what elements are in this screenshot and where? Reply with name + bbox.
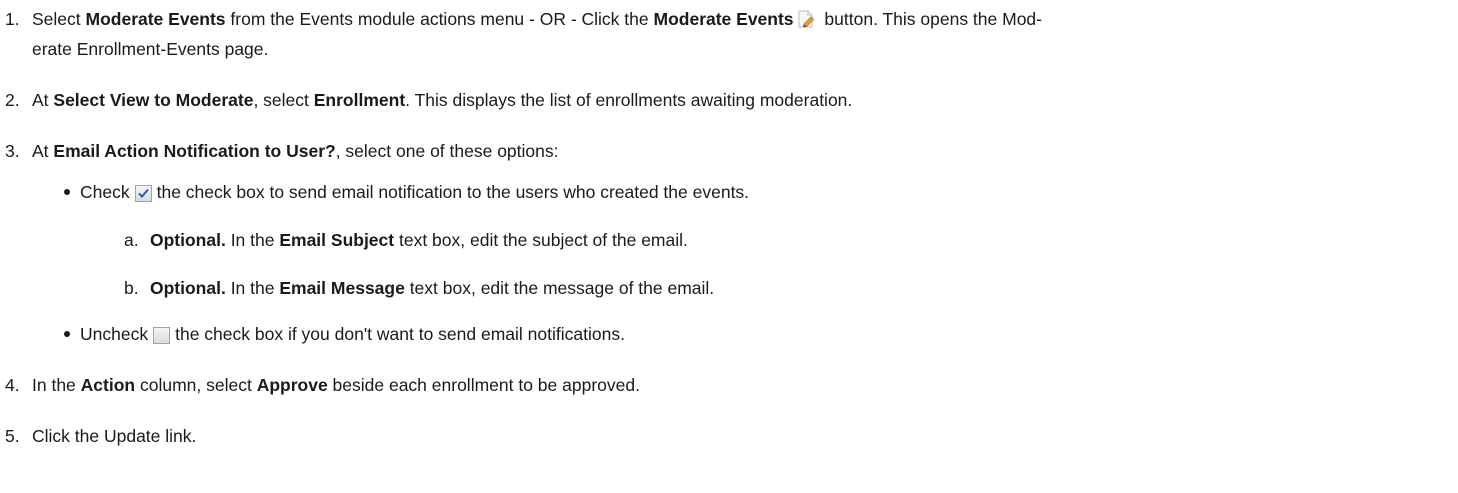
- field-reference: Select View to Moderate: [53, 90, 254, 110]
- bullet-text: Uncheck the check box if you don't want …: [80, 324, 625, 344]
- step-number: 3.: [5, 141, 20, 161]
- step-3: 3. At Email Action Notification to User?…: [0, 140, 1458, 162]
- step-1: 1. Select Moderate Events from the Event…: [0, 8, 1458, 30]
- bullet-text: Check the check box to send email notifi…: [80, 182, 750, 202]
- step-text: Select Moderate Events from the Events m…: [32, 9, 1042, 29]
- step-number: 4.: [5, 375, 20, 395]
- step-2: 2. At Select View to Moderate, select En…: [0, 89, 1458, 111]
- step-1-continued: erate Enrollment-Events page.: [32, 39, 269, 59]
- bullet-check: Check the check box to send email notifi…: [0, 181, 1458, 203]
- menu-item-reference: Moderate Events: [85, 9, 226, 29]
- step-text: At Select View to Moderate, select Enrol…: [32, 90, 853, 110]
- option-reference: Enrollment: [313, 90, 406, 110]
- column-reference: Action: [80, 375, 136, 395]
- bullet-uncheck: Uncheck the check box if you don't want …: [0, 323, 1458, 345]
- step-5: 5. Click the Update link.: [0, 425, 1458, 447]
- step-number: 1.: [5, 9, 20, 29]
- step-text: In the Action column, select Approve bes…: [32, 375, 640, 395]
- step-number: 2.: [5, 90, 20, 110]
- step-text: Click the Update link.: [32, 426, 197, 446]
- pencil-edit-icon: [796, 9, 816, 29]
- substep-letter: b.: [124, 278, 139, 298]
- step-4: 4. In the Action column, select Approve …: [0, 374, 1458, 396]
- checkbox-unchecked-icon: [153, 327, 171, 344]
- field-reference: Email Message: [279, 278, 405, 298]
- step-text: At Email Action Notification to User?, s…: [32, 141, 559, 161]
- bullet-icon: [64, 189, 70, 195]
- checkbox-checked-icon: [134, 185, 152, 202]
- button-reference: Moderate Events: [653, 9, 794, 29]
- substep-b: b. Optional. In the Email Message text b…: [0, 277, 1458, 299]
- substep-text: Optional. In the Email Message text box,…: [150, 278, 715, 298]
- bullet-icon: [64, 331, 70, 337]
- substep-text: Optional. In the Email Subject text box,…: [150, 230, 688, 250]
- step-number: 5.: [5, 426, 20, 446]
- substep-a: a. Optional. In the Email Subject text b…: [0, 229, 1458, 251]
- substep-letter: a.: [124, 230, 139, 250]
- instructions-document: 1. Select Moderate Events from the Event…: [0, 0, 1458, 493]
- option-reference: Approve: [256, 375, 328, 395]
- field-reference: Email Action Notification to User?: [53, 141, 336, 161]
- field-reference: Email Subject: [279, 230, 395, 250]
